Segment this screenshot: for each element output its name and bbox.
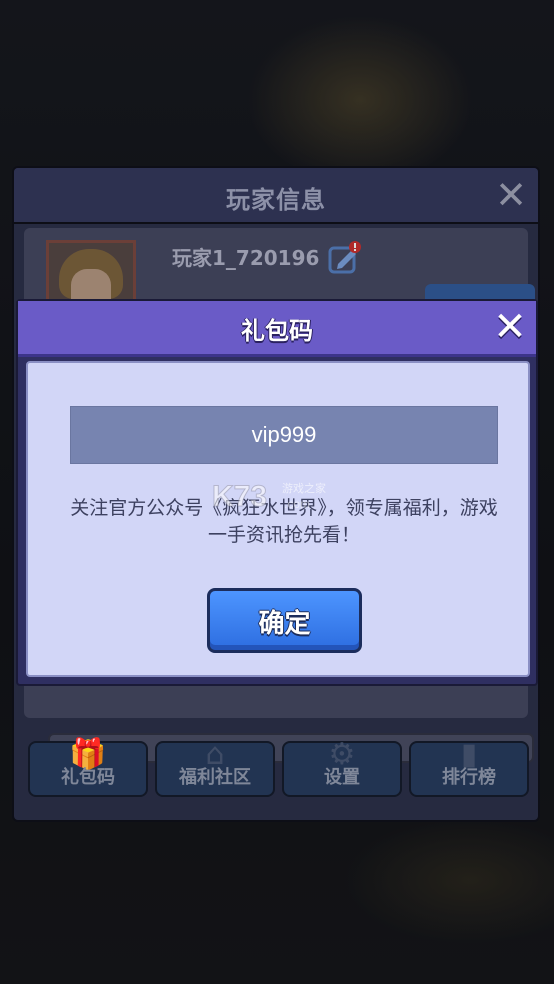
nav-welfare-community-label: 福利社区 <box>179 767 251 788</box>
gift-code-header: 礼包码 ✕ <box>18 301 536 357</box>
confirm-button-label: 确定 <box>258 609 311 639</box>
nav-leaderboard-label: 排行榜 <box>442 767 496 788</box>
gift-code-title: 礼包码 <box>241 317 313 345</box>
player-info-close-icon[interactable]: ✕ <box>492 176 530 214</box>
confirm-button[interactable]: 确定 <box>207 588 362 653</box>
player-info-header: 玩家信息 ✕ <box>14 168 538 224</box>
nav-settings-button[interactable]: ⚙ 设置 <box>282 737 402 797</box>
svg-text:.com: .com <box>284 497 310 511</box>
edit-name-icon[interactable] <box>328 240 362 274</box>
nav-gift-code-button[interactable]: 🎁 礼包码 <box>28 737 148 797</box>
svg-text:K73: K73 <box>212 480 267 513</box>
nav-leaderboard-button[interactable]: ▮ 排行榜 <box>409 737 529 797</box>
nav-gift-code-label: 礼包码 <box>61 767 115 788</box>
nav-welfare-community-button[interactable]: ⌂ 福利社区 <box>155 737 275 797</box>
gift-code-body: vip999 关注官方公众号《疯狂水世界》，领专属福利，游戏一手资讯抢先看！ 确… <box>26 361 530 677</box>
svg-text:游戏之家: 游戏之家 <box>282 481 326 495</box>
close-icon[interactable]: ✕ <box>490 307 530 347</box>
player-name: 玩家1_720196 <box>172 246 320 270</box>
nav-settings-label: 设置 <box>324 767 360 788</box>
k73-watermark-logo: K73 游戏之家 .com <box>212 480 327 514</box>
player-info-title: 玩家信息 <box>226 186 326 214</box>
gift-code-input[interactable]: vip999 <box>70 406 498 464</box>
